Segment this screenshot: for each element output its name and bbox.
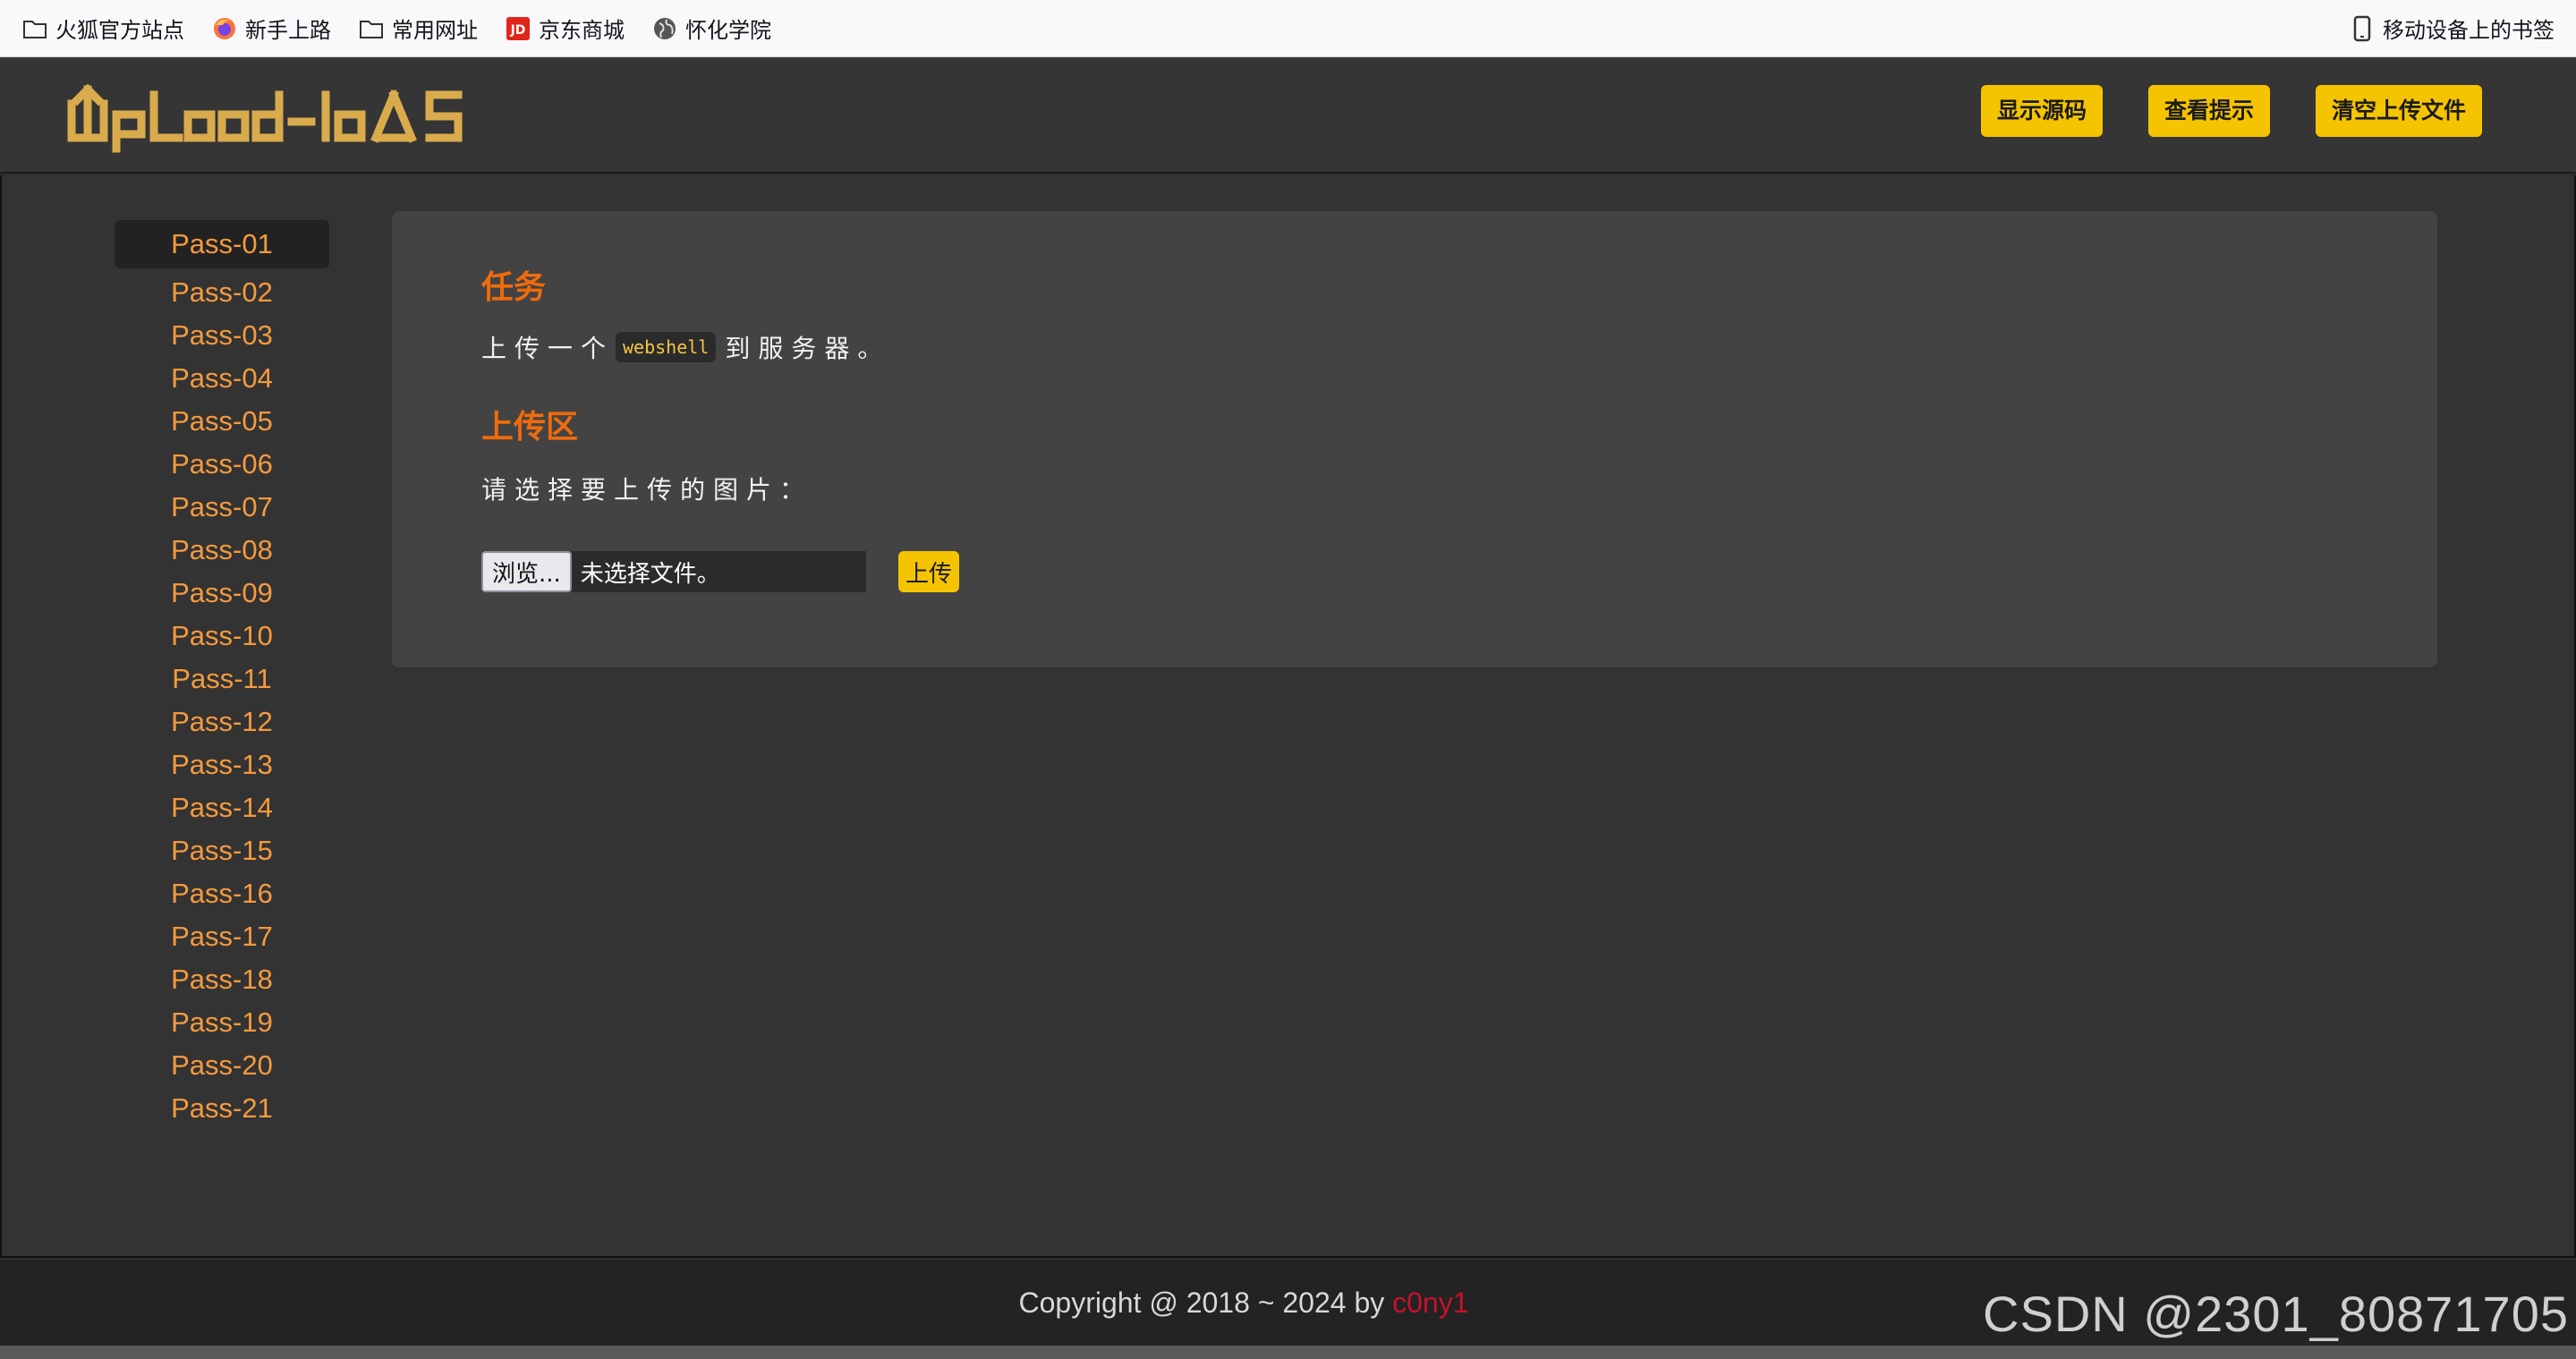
sidebar-item-pass-20[interactable]: Pass-20 [115,1041,329,1084]
bookmark-common-sites[interactable]: 常用网址 [358,13,478,44]
view-hint-button[interactable]: 查看提示 [2148,85,2271,137]
sidebar-item-pass-14[interactable]: Pass-14 [115,784,329,827]
sidebar-item-pass-04[interactable]: Pass-04 [115,354,329,397]
logo-upload-labs-icon [67,83,463,153]
upload-button[interactable]: 上传 [898,551,960,592]
sidebar-item-pass-19[interactable]: Pass-19 [115,998,329,1041]
sidebar-item-pass-13[interactable]: Pass-13 [115,741,329,784]
sidebar-item-pass-01[interactable]: Pass-01 [115,220,329,268]
upload-heading: 上传区 [481,409,579,446]
sidebar-item-pass-10[interactable]: Pass-10 [115,612,329,655]
task-panel: 任务 上传一个 webshell 到服务器。 上传区 请选择要上传的图片： 浏览… [392,211,2437,667]
pass-sidebar: Pass-01 Pass-02 Pass-03 Pass-04 Pass-05 … [115,220,329,1127]
bookmarks-bar: 火狐官方站点 新手上路 常用网址 JD 京东商城 怀化学院 移动设备上的书签 [0,0,2576,57]
bookmark-label: 移动设备上的书签 [2383,19,2555,43]
bookmark-label: 京东商城 [539,19,625,43]
bookmark-getting-started[interactable]: 新手上路 [211,13,331,44]
globe-icon [651,15,678,42]
jd-badge-text: JD [510,23,526,38]
clear-uploads-button[interactable]: 清空上传文件 [2316,85,2483,137]
bookmark-label: 怀化学院 [685,19,771,43]
sidebar-item-pass-07[interactable]: Pass-07 [115,483,329,526]
sidebar-item-pass-18[interactable]: Pass-18 [115,956,329,998]
bookmark-huaihua-university[interactable]: 怀化学院 [651,13,771,44]
sidebar-item-pass-03[interactable]: Pass-03 [115,311,329,354]
csdn-watermark: CSDN @2301_80871705 [1983,1286,2569,1342]
bookmark-label: 火狐官方站点 [55,19,184,43]
bookmark-label: 新手上路 [245,19,331,43]
no-file-label: 未选择文件。 [580,560,720,588]
sidebar-item-pass-05[interactable]: Pass-05 [115,397,329,440]
folder-icon [21,15,48,42]
choose-image-text: 请选择要上传的图片： [481,475,813,505]
task-heading: 任务 [481,269,547,306]
browse-button[interactable]: 浏览... [481,551,572,592]
copyright-prefix: Copyright @ 2018 ~ 2024 by [1018,1287,1393,1319]
sidebar-item-pass-15[interactable]: Pass-15 [115,827,329,870]
sidebar-item-pass-16[interactable]: Pass-16 [115,870,329,913]
sidebar-item-pass-11[interactable]: Pass-11 [115,655,329,698]
author-link[interactable]: c0ny1 [1392,1287,1468,1319]
bookmark-mobile[interactable]: 移动设备上的书签 [2349,13,2555,44]
task-code: webshell [616,332,717,362]
bookmark-label: 常用网址 [392,19,478,43]
task-description: 上传一个 webshell 到服务器。 [481,329,890,365]
file-input[interactable]: 浏览... 未选择文件。 [481,551,866,592]
sidebar-item-pass-12[interactable]: Pass-12 [115,698,329,741]
sidebar-item-pass-02[interactable]: Pass-02 [115,268,329,311]
show-source-button[interactable]: 显示源码 [1981,85,2104,137]
firefox-icon [211,15,238,42]
site-logo[interactable] [64,77,476,154]
site-header: 显示源码 查看提示 清空上传文件 [0,57,2576,174]
sidebar-item-pass-06[interactable]: Pass-06 [115,440,329,483]
sidebar-item-pass-21[interactable]: Pass-21 [115,1084,329,1127]
main-area: Pass-01 Pass-02 Pass-03 Pass-04 Pass-05 … [0,175,2576,1258]
sidebar-item-pass-09[interactable]: Pass-09 [115,569,329,612]
task-suffix: 到服务器。 [725,334,891,363]
jd-icon: JD [505,15,531,42]
bookmark-jd-mall[interactable]: JD 京东商城 [505,13,625,44]
task-prefix: 上传一个 [481,334,615,363]
mobile-icon [2349,15,2376,42]
site-footer: Copyright @ 2018 ~ 2024 by c0ny1 CSDN @2… [0,1260,2576,1346]
sidebar-item-pass-08[interactable]: Pass-08 [115,526,329,569]
folder-icon [358,15,385,42]
bottom-strip [0,1346,2576,1359]
bookmark-firefox-official[interactable]: 火狐官方站点 [21,13,184,44]
sidebar-item-pass-17[interactable]: Pass-17 [115,913,329,956]
